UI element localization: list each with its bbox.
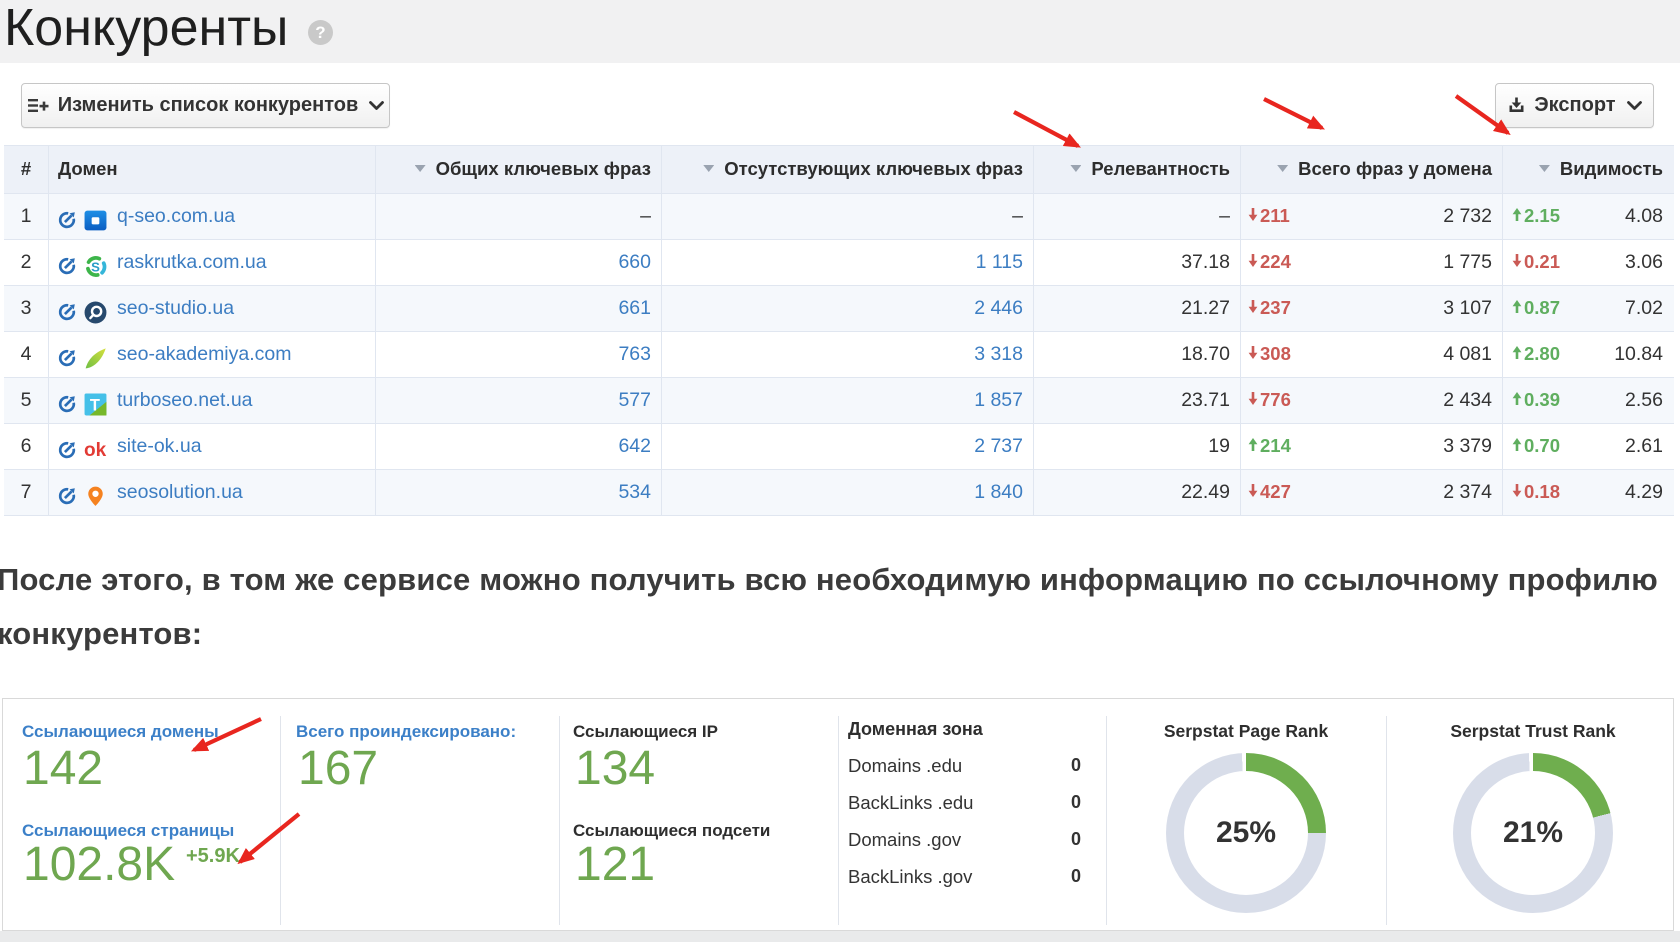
svg-text:T: T: [90, 397, 100, 415]
svg-text:ok: ok: [84, 440, 107, 460]
svg-text:S: S: [91, 259, 100, 274]
